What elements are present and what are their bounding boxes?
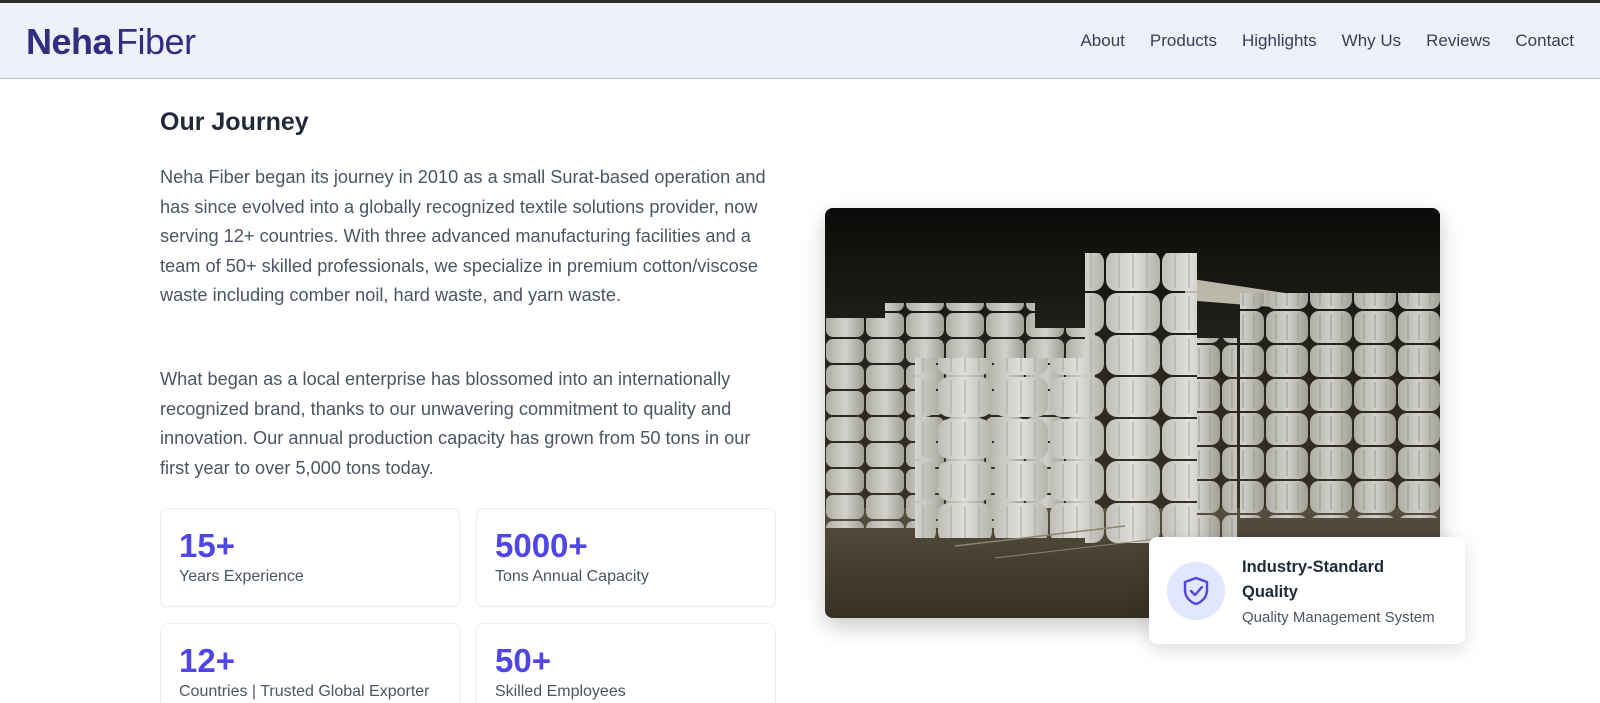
stat-label: Tons Annual Capacity xyxy=(495,568,649,585)
badge-title: Industry-Standard Quality xyxy=(1242,558,1385,601)
stat-value: 5000+ xyxy=(495,527,588,564)
brand-name-bold: Neha xyxy=(26,21,113,62)
stat-value: 15+ xyxy=(179,527,235,564)
nav-about[interactable]: About xyxy=(1080,30,1124,52)
stat-value: 50+ xyxy=(495,642,551,679)
main-nav: About Products Highlights Why Us Reviews… xyxy=(1080,30,1574,52)
stat-card-experience: 15+ Years Experience xyxy=(160,508,460,607)
section-title: Our Journey xyxy=(160,108,309,136)
site-header: Neha Fiber About Products Highlights Why … xyxy=(0,0,1600,79)
stat-label: Skilled Employees xyxy=(495,683,626,700)
journey-paragraph-1: Neha Fiber began its journey in 2010 as … xyxy=(160,167,766,305)
stat-value: 12+ xyxy=(179,642,235,679)
nav-reviews[interactable]: Reviews xyxy=(1426,30,1490,52)
stat-card-countries: 12+ Countries | Trusted Global Exporter xyxy=(160,623,460,703)
badge-subtitle: Quality Management System xyxy=(1242,609,1435,626)
nav-highlights[interactable]: Highlights xyxy=(1242,30,1317,52)
journey-paragraph-2: What began as a local enterprise has blo… xyxy=(160,369,751,478)
stat-label: Countries | Trusted Global Exporter xyxy=(179,683,430,700)
stat-card-employees: 50+ Skilled Employees xyxy=(476,623,776,703)
badge-icon-circle xyxy=(1167,562,1225,620)
stat-card-capacity: 5000+ Tons Annual Capacity xyxy=(476,508,776,607)
brand-name-light: Fiber xyxy=(116,21,196,62)
nav-why-us[interactable]: Why Us xyxy=(1342,30,1402,52)
nav-products[interactable]: Products xyxy=(1150,30,1217,52)
shield-check-icon xyxy=(1183,576,1209,606)
quality-badge: Industry-Standard Quality Quality Manage… xyxy=(1149,537,1465,644)
brand-logo[interactable]: Neha Fiber xyxy=(26,22,196,62)
stat-label: Years Experience xyxy=(179,568,304,585)
nav-contact[interactable]: Contact xyxy=(1515,30,1574,52)
